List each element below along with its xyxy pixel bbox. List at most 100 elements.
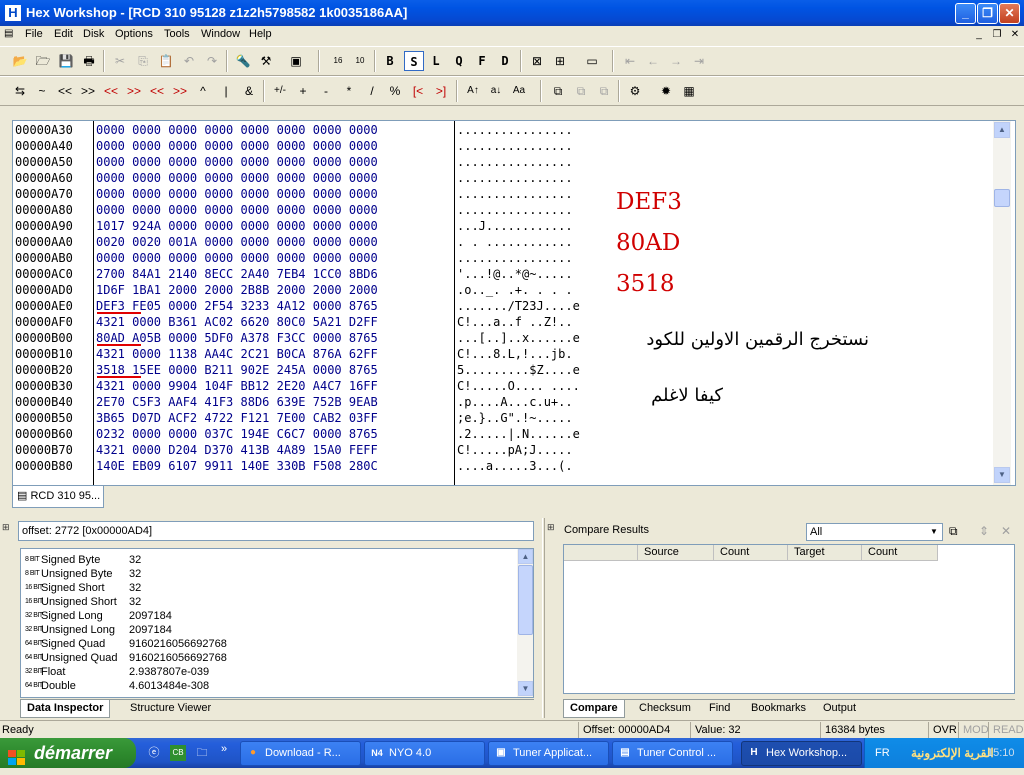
properties-icon[interactable]: ▣ <box>286 51 306 71</box>
task-hex-workshop[interactable]: H Hex Workshop... <box>741 741 862 766</box>
tab-bookmarks[interactable]: Bookmarks <box>745 700 812 718</box>
compare-options-icon[interactable]: ⧉ <box>949 524 958 539</box>
hex-row[interactable]: 1D6F 1BA1 2000 2000 2B8B 2000 2000 2000 <box>96 282 451 298</box>
hex-row[interactable]: 0000 0000 0000 0000 0000 0000 0000 0000 <box>96 122 451 138</box>
app-icon[interactable]: H <box>5 5 21 21</box>
inspector-row[interactable]: 8 BIT Unsigned Byte 32 <box>25 567 141 581</box>
block-shift-right-icon[interactable]: >> <box>170 81 190 101</box>
hex-vertical-scrollbar[interactable]: ▲ ▼ <box>993 121 1011 485</box>
hex-row[interactable]: 4321 0000 D204 D370 413B 4A89 15A0 FEFF <box>96 442 451 458</box>
byte-flip-icon[interactable]: ⇆ <box>10 81 30 101</box>
hex-row[interactable]: 140E EB09 6107 9911 140E 330B F508 280C <box>96 458 451 474</box>
scroll-down-icon[interactable]: ▼ <box>994 467 1010 483</box>
tab-structure-viewer[interactable]: Structure Viewer <box>124 700 217 718</box>
compare-refresh-icon[interactable]: ⇕ <box>979 524 989 538</box>
window-cascade-icon[interactable]: ⧉ <box>571 81 591 101</box>
short-format-button[interactable]: S <box>404 51 424 71</box>
last-icon[interactable]: ⇥ <box>689 51 709 71</box>
ascii-row[interactable]: ................ <box>457 138 607 154</box>
ascii-row[interactable]: ...J............ <box>457 218 607 234</box>
ascii-row[interactable]: ................ <box>457 154 607 170</box>
ascii-row[interactable]: C!...8.L,!...jb. <box>457 346 607 362</box>
undo-icon[interactable]: ↶ <box>179 51 199 71</box>
compare-close-icon[interactable]: ✕ <box>1001 524 1011 538</box>
bracket-right-icon[interactable]: >] <box>431 81 451 101</box>
ascii-row[interactable]: ................ <box>457 170 607 186</box>
clock[interactable]: 15:10 <box>987 738 1015 768</box>
inspector-row[interactable]: 16 BITSigned Short 32 <box>25 581 141 595</box>
language-indicator[interactable]: FR <box>875 738 890 768</box>
hex-row[interactable]: 0000 0000 0000 0000 0000 0000 0000 0000 <box>96 154 451 170</box>
ascii-row[interactable]: . . ............ <box>457 234 607 250</box>
scroll-up-icon[interactable]: ▲ <box>994 122 1010 138</box>
hex-column[interactable]: 0000 0000 0000 0000 0000 0000 0000 0000 0… <box>96 122 451 474</box>
panel-grip-icon[interactable]: ⊞ <box>547 522 557 533</box>
rotate-left-icon[interactable]: << <box>101 81 121 101</box>
tab-find[interactable]: Find <box>703 700 736 718</box>
xor-icon[interactable]: ^ <box>193 81 213 101</box>
inspector-list[interactable]: 8 BIT Signed Byte 32 8 BIT Unsigned Byte 32 16… <box>20 548 534 698</box>
hex-row[interactable]: 80AD A05B 0000 5DF0 A378 F3CC 0000 8765 <box>96 330 451 346</box>
multiply-icon[interactable]: * <box>339 81 359 101</box>
subtract-icon[interactable]: - <box>316 81 336 101</box>
print-icon[interactable]: 🖶 <box>79 51 99 71</box>
hex-editor-pane[interactable]: 00000A30 00000A40 00000A50 00000A60 00000A70… <box>12 120 1016 486</box>
tab-checksum[interactable]: Checksum <box>633 700 697 718</box>
menu-disk[interactable]: Disk <box>83 28 104 40</box>
checksum-icon[interactable]: ⊠ <box>527 51 547 71</box>
menu-window[interactable]: Window <box>201 28 240 40</box>
scroll-thumb[interactable] <box>994 189 1010 207</box>
float-format-button[interactable]: F <box>472 51 492 71</box>
task-nyo[interactable]: N4 NYO 4.0 <box>364 741 485 766</box>
uppercase-icon[interactable]: A↑ <box>463 81 483 101</box>
mdi-close-icon[interactable]: ✕ <box>1008 28 1022 42</box>
find-icon[interactable]: 🔦 <box>233 51 253 71</box>
tab-compare[interactable]: Compare <box>563 700 625 718</box>
hex-row[interactable]: 3518 15EE 0000 B211 902E 245A 0000 8765 <box>96 362 451 378</box>
column-header-count[interactable]: Count <box>714 545 788 561</box>
ascii-row[interactable]: ................ <box>457 186 607 202</box>
document-tab[interactable]: ▤ RCD 310 95... <box>12 486 104 508</box>
rotate-right-icon[interactable]: >> <box>124 81 144 101</box>
hex-row[interactable]: 3B65 D07D ACF2 4722 F121 7E00 CAB2 03FF <box>96 410 451 426</box>
hex-row[interactable]: 1017 924A 0000 0000 0000 0000 0000 0000 <box>96 218 451 234</box>
hex-row[interactable]: 2700 84A1 2140 8ECC 2A40 7EB4 1CC0 8BD6 <box>96 266 451 282</box>
hex-row[interactable]: DEF3 FE05 0000 2F54 3233 4A12 0000 8765 <box>96 298 451 314</box>
compare-results-grid[interactable]: Source Count Target Count <box>563 544 1015 694</box>
shift-right-icon[interactable]: >> <box>78 81 98 101</box>
ascii-row[interactable]: C!.....O.... .... <box>457 378 607 394</box>
maximize-button[interactable]: ❐ <box>977 3 998 24</box>
byte-format-button[interactable]: B <box>380 51 400 71</box>
task-tuner-control[interactable]: ▤ Tuner Control ... <box>612 741 733 766</box>
chevron-down-icon[interactable]: ▼ <box>927 525 941 539</box>
mdi-minimize-icon[interactable]: _ <box>972 28 986 42</box>
ascii-row[interactable]: ...[..]..x......e <box>457 330 607 346</box>
hex-row[interactable]: 4321 0000 B361 AC02 6620 80C0 5A21 D2FF <box>96 314 451 330</box>
compare-icon[interactable]: ▭ <box>582 51 602 71</box>
task-download[interactable]: ● Download - R... <box>240 741 361 766</box>
inspector-scroll-down-icon[interactable]: ▼ <box>518 681 533 696</box>
block-shift-left-icon[interactable]: << <box>147 81 167 101</box>
invert-icon[interactable]: ~ <box>32 81 52 101</box>
quicklaunch-more-icon[interactable]: » <box>216 741 232 757</box>
redo-icon[interactable]: ↷ <box>202 51 222 71</box>
inspector-row[interactable]: 32 BITFloat 2.9387807e-039 <box>25 665 209 679</box>
shift-left-icon[interactable]: << <box>55 81 75 101</box>
or-icon[interactable]: | <box>216 81 236 101</box>
inspector-scroll-thumb[interactable] <box>518 565 533 635</box>
open-icon[interactable]: 📂 <box>10 51 30 71</box>
ascii-row[interactable]: '...!@..*@~..... <box>457 266 607 282</box>
and-icon[interactable]: & <box>239 81 259 101</box>
next-icon[interactable]: → <box>666 51 686 71</box>
inspector-row[interactable]: 8 BIT Signed Byte 32 <box>25 553 141 567</box>
window-tile-icon[interactable]: ⧉ <box>548 81 568 101</box>
tab-output[interactable]: Output <box>817 700 862 718</box>
hex-row[interactable]: 0232 0000 0000 037C 194E C6C7 0000 8765 <box>96 426 451 442</box>
save-icon[interactable]: 💾 <box>56 51 76 71</box>
compare-filter-select[interactable]: All ▼ <box>806 523 943 541</box>
inspector-scrollbar[interactable]: ▲ ▼ <box>517 549 533 697</box>
inspector-scroll-up-icon[interactable]: ▲ <box>518 549 533 564</box>
inspector-row[interactable]: 64 BITDouble 4.6013484e-308 <box>25 679 209 693</box>
encrypt-icon[interactable]: ⚙ <box>625 81 645 101</box>
hex-row[interactable]: 0000 0000 0000 0000 0000 0000 0000 0000 <box>96 202 451 218</box>
